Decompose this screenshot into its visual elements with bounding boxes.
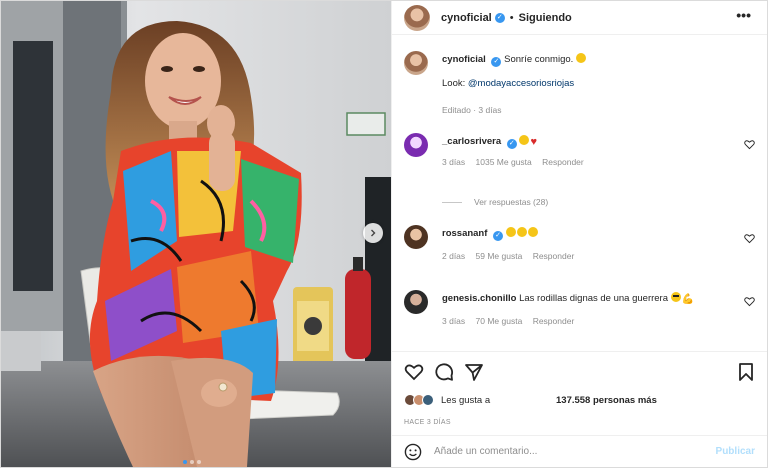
caption-look-line: Look: @modayaccesoriosriojas xyxy=(442,77,735,90)
comment-username[interactable]: rossananf xyxy=(442,228,487,239)
caption-look-link[interactable]: @modayaccesoriosriojas xyxy=(468,78,574,89)
like-heart-icon[interactable] xyxy=(404,362,424,382)
verified-badge-icon: ✓ xyxy=(493,231,504,241)
post-side-panel: cynoficial ✓ • Siguiendo ••• cynoficial … xyxy=(391,1,767,467)
action-icon-row xyxy=(404,362,755,384)
caption-meta: Editado · 3 días xyxy=(442,105,502,115)
comment-reply-button[interactable]: Responder xyxy=(533,251,575,261)
comment-username[interactable]: genesis.chonillo xyxy=(442,293,516,304)
comment-avatar[interactable] xyxy=(404,133,428,157)
post-actions: Les gusta a 137.558 personas más HACE 3 … xyxy=(392,351,767,467)
carousel-dot-active xyxy=(183,460,187,464)
likes-prefix: Les gusta a xyxy=(441,394,491,406)
comment-time: 2 días xyxy=(442,251,466,261)
comment-username[interactable]: _carlosrivera xyxy=(442,136,501,147)
comment-item: rossananf ✓ 2 días 59 Me gusta Responder xyxy=(404,225,755,265)
like-comment-heart-icon[interactable] xyxy=(744,139,755,150)
comment-meta: 3 días 1035 Me gusta Responder xyxy=(442,157,592,167)
grin-emoji-icon xyxy=(516,227,527,237)
author-username[interactable]: cynoficial xyxy=(441,12,492,24)
comments-list: cynoficial ✓ Sonríe conmigo. Look: @moda… xyxy=(392,37,767,350)
comment-body: rossananf ✓ xyxy=(442,227,735,241)
comment-bubble-icon[interactable] xyxy=(434,362,454,382)
caption-avatar[interactable] xyxy=(404,51,428,75)
comment-item: _carlosrivera ✓ ♥ 3 días 1035 Me gusta R… xyxy=(404,133,755,173)
carousel-dot xyxy=(190,460,194,464)
comment-reply-button[interactable]: Responder xyxy=(542,157,584,167)
post-photo[interactable] xyxy=(1,1,391,467)
next-photo-button[interactable] xyxy=(363,223,383,243)
liker-avatar[interactable] xyxy=(422,394,434,406)
view-replies-button[interactable]: Ver respuestas (28) xyxy=(442,197,548,207)
caption-body: cynoficial ✓ Sonríe conmigo. Look: @moda… xyxy=(442,53,735,90)
view-replies-line xyxy=(442,201,462,203)
comment-time: 3 días xyxy=(442,316,466,326)
post-header: cynoficial ✓ • Siguiendo ••• xyxy=(392,1,767,35)
save-bookmark-icon[interactable] xyxy=(737,362,755,382)
chevron-right-icon xyxy=(371,229,376,237)
more-options-icon[interactable]: ••• xyxy=(736,7,751,23)
photo-scene xyxy=(1,1,391,467)
comment-meta: 2 días 59 Me gusta Responder xyxy=(442,251,582,261)
like-comment-heart-icon[interactable] xyxy=(744,296,755,307)
comment-meta: 3 días 70 Me gusta Responder xyxy=(442,316,582,326)
flexed-biceps-emoji-icon: 💪 xyxy=(681,294,695,305)
view-replies-label: Ver respuestas (28) xyxy=(474,197,549,207)
share-paper-plane-icon[interactable] xyxy=(464,362,484,382)
caption-look-prefix: Look: xyxy=(442,78,466,89)
comment-time: 3 días xyxy=(442,157,466,167)
comment-reply-button[interactable]: Responder xyxy=(533,316,575,326)
grin-emoji-icon xyxy=(527,227,538,237)
comment-likes[interactable]: 59 Me gusta xyxy=(476,251,523,261)
verified-badge-icon: ✓ xyxy=(506,139,517,149)
likes-summary: Les gusta a 137.558 personas más xyxy=(404,392,755,408)
comment-likes[interactable]: 70 Me gusta xyxy=(476,316,523,326)
comment-composer: Publicar xyxy=(392,435,767,467)
comment-body: _carlosrivera ✓ ♥ xyxy=(442,135,735,149)
following-button[interactable]: Siguiendo xyxy=(519,12,572,24)
post-timestamp: HACE 3 DÍAS xyxy=(404,419,451,426)
grin-emoji-icon xyxy=(505,227,516,237)
sunglasses-emoji-icon xyxy=(670,292,681,302)
carousel-indicator xyxy=(183,460,201,464)
comment-avatar[interactable] xyxy=(404,290,428,314)
comment-likes[interactable]: 1035 Me gusta xyxy=(476,157,532,167)
post-comment-button[interactable]: Publicar xyxy=(716,446,755,457)
verified-badge-icon: ✓ xyxy=(494,12,505,23)
like-comment-heart-icon[interactable] xyxy=(744,233,755,244)
grin-emoji-icon xyxy=(519,135,530,145)
verified-badge-icon: ✓ xyxy=(491,57,502,67)
smile-emoji-icon xyxy=(575,53,586,63)
carousel-dot xyxy=(197,460,201,464)
comment-item: genesis.chonillo Las rodillas dignas de … xyxy=(404,290,755,330)
red-heart-emoji-icon: ♥ xyxy=(530,136,537,148)
comment-body: genesis.chonillo Las rodillas dignas de … xyxy=(442,292,735,306)
post-caption: cynoficial ✓ Sonríe conmigo. Look: @moda… xyxy=(404,51,755,121)
header-separator: • xyxy=(509,11,514,24)
emoji-picker-icon[interactable] xyxy=(404,443,422,461)
caption-text: Sonríe conmigo. xyxy=(504,54,574,65)
author-avatar[interactable] xyxy=(404,4,430,31)
instagram-post-modal: cynoficial ✓ • Siguiendo ••• cynoficial … xyxy=(0,0,768,468)
caption-username[interactable]: cynoficial xyxy=(442,54,486,65)
comment-avatar[interactable] xyxy=(404,225,428,249)
likes-count[interactable]: 137.558 personas más xyxy=(556,395,657,406)
comment-text: Las rodillas dignas de una guerrera xyxy=(519,293,669,304)
comment-input[interactable] xyxy=(434,446,716,457)
